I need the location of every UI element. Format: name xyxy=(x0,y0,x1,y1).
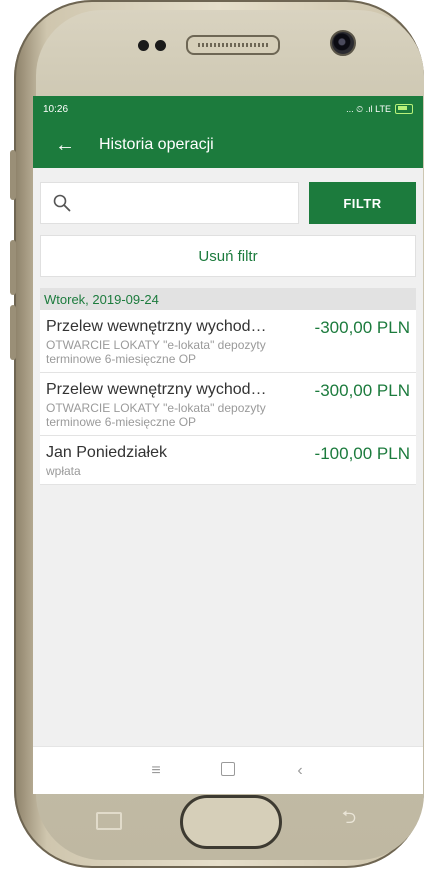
sensor-dots xyxy=(138,40,166,51)
volume-down-button xyxy=(10,305,16,360)
volume-up-button xyxy=(10,240,16,295)
android-nav-bar: ≡ ‹ xyxy=(33,746,423,794)
transaction-name: Jan Poniedziałek xyxy=(46,444,167,461)
date-group-header: Wtorek, 2019-09-24 xyxy=(40,288,416,310)
page-title: Historia operacji xyxy=(99,136,214,153)
transaction-description: OTWARCIE LOKATY "e-lokata" depozyty term… xyxy=(46,401,266,429)
search-box[interactable] xyxy=(40,182,299,224)
transaction-row[interactable]: Jan Poniedziałek wpłata -100,00 PLN xyxy=(40,436,416,485)
home-square-icon xyxy=(221,761,235,776)
sensor-dot xyxy=(138,40,149,51)
sensor-dot xyxy=(155,40,166,51)
battery-icon xyxy=(395,104,413,114)
transaction-name: Przelew wewnętrzny wychod… xyxy=(46,381,267,398)
recent-apps-icon[interactable]: ≡ xyxy=(146,762,166,780)
search-row: FILTR xyxy=(40,182,416,224)
search-icon xyxy=(53,194,71,212)
filter-button[interactable]: FILTR xyxy=(309,182,416,224)
transaction-row[interactable]: Przelew wewnętrzny wychod… OTWARCIE LOKA… xyxy=(40,310,416,373)
hardware-recent-key xyxy=(96,812,122,830)
front-camera xyxy=(330,30,356,56)
side-button xyxy=(10,150,16,200)
search-input[interactable] xyxy=(77,183,298,223)
status-bar: 10:26 ... ⏲ .ıl LTE xyxy=(33,96,423,122)
earpiece-speaker xyxy=(186,35,280,55)
transaction-amount: -300,00 PLN xyxy=(314,318,410,337)
arrow-left-icon[interactable]: ← xyxy=(45,134,85,157)
transaction-description: OTWARCIE LOKATY "e-lokata" depozyty term… xyxy=(46,338,266,366)
status-time: 10:26 xyxy=(43,103,69,115)
transaction-name: Przelew wewnętrzny wychod… xyxy=(46,318,267,335)
phone-screen: 10:26 ... ⏲ .ıl LTE ← Historia operacji … xyxy=(33,96,423,794)
transaction-description: wpłata xyxy=(46,464,81,478)
status-indicators-text: ... ⏲ .ıl LTE xyxy=(346,103,391,114)
hardware-home-button[interactable] xyxy=(180,795,282,849)
clear-filter-button[interactable]: Usuń filtr xyxy=(40,235,416,277)
app-bar: ← Historia operacji xyxy=(33,122,423,168)
transaction-list: Przelew wewnętrzny wychod… OTWARCIE LOKA… xyxy=(40,310,416,485)
back-nav-icon[interactable]: ‹ xyxy=(290,762,310,780)
hardware-back-key-icon: ⮌ xyxy=(341,807,357,827)
main-content: FILTR Usuń filtr Wtorek, 2019-09-24 Prze… xyxy=(33,168,423,746)
home-nav-button[interactable] xyxy=(218,761,238,781)
transaction-row[interactable]: Przelew wewnętrzny wychod… OTWARCIE LOKA… xyxy=(40,373,416,436)
transaction-amount: -100,00 PLN xyxy=(314,444,410,463)
status-indicators: ... ⏲ .ıl LTE xyxy=(346,104,413,115)
transaction-amount: -300,00 PLN xyxy=(314,381,410,400)
